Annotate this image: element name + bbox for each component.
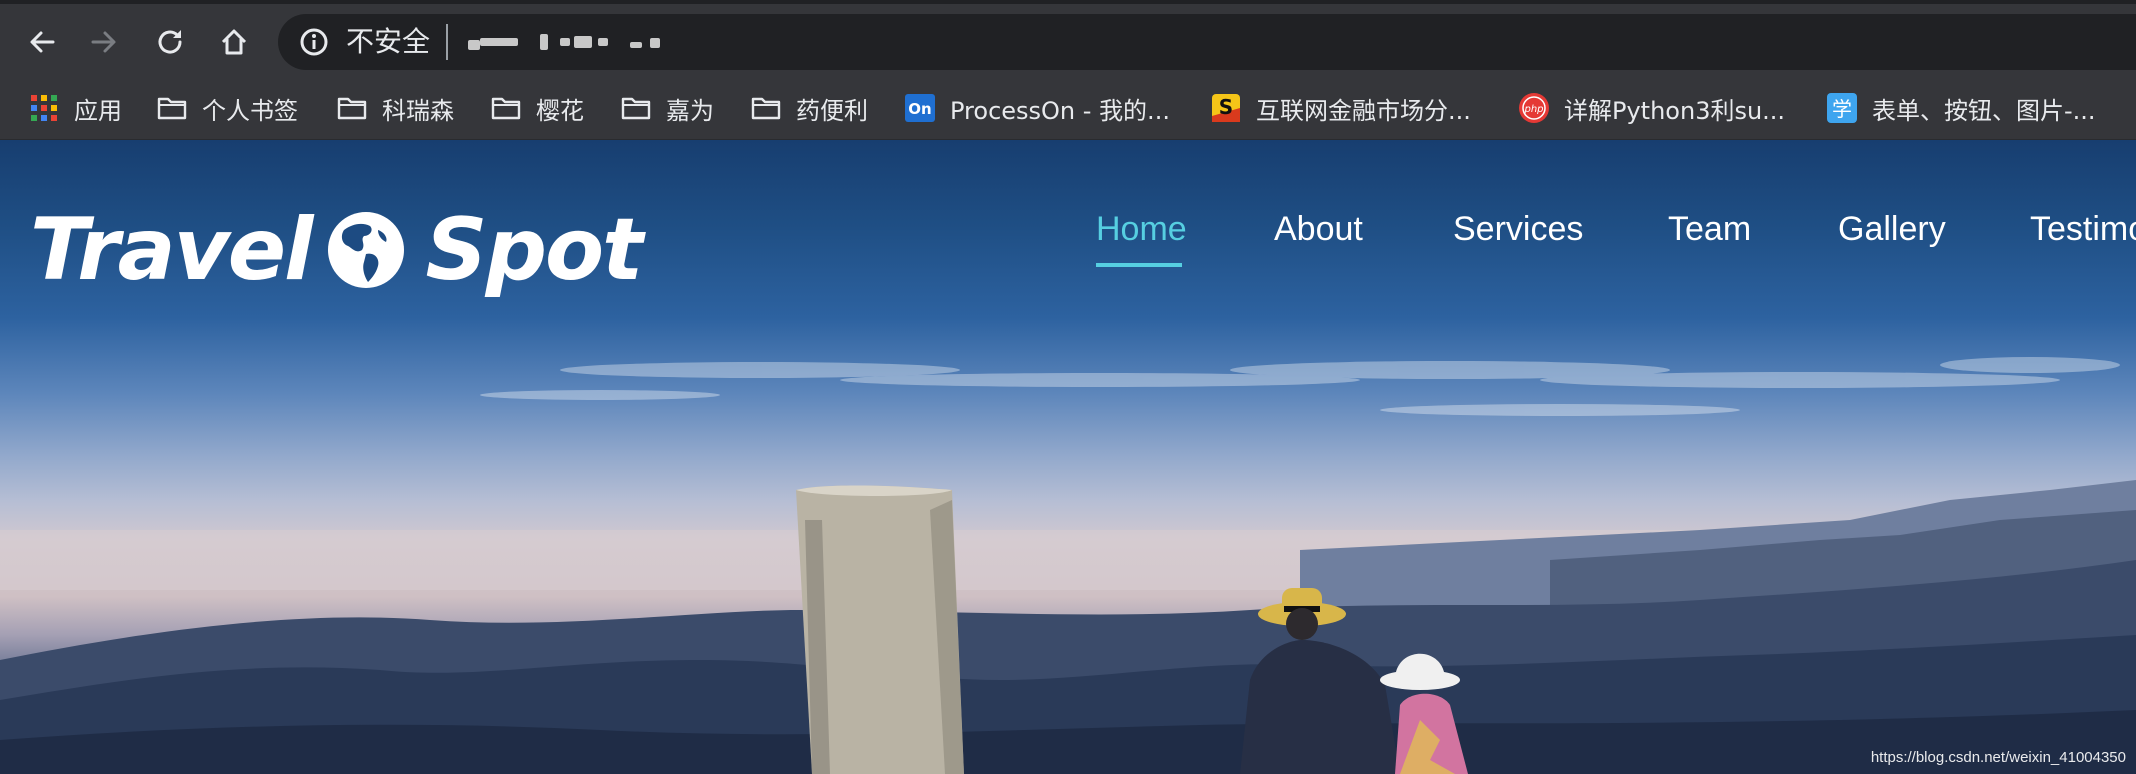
back-arrow-icon[interactable] — [20, 20, 64, 64]
reload-icon[interactable] — [148, 20, 192, 64]
svg-text:On: On — [908, 100, 931, 118]
folder-icon — [337, 97, 367, 120]
bookmark-label: 应用 — [74, 96, 122, 125]
bookmark-label: 药便利 — [796, 96, 868, 125]
nav-team[interactable]: Team — [1668, 210, 1751, 270]
bookmark-folder-yinghua[interactable]: 樱花 — [490, 86, 584, 130]
bookmark-xue[interactable]: 学 表单、按钮、图片-... — [1826, 86, 2096, 130]
svg-text:php: php — [1523, 104, 1543, 115]
nav-testimonials[interactable]: Testimo — [2030, 210, 2136, 270]
nav-services[interactable]: Services — [1453, 210, 1583, 270]
bookmarks-bar: 应用 个人书签 科瑞森 樱花 嘉为 药便利 On ProcessOn - 我的.… — [0, 76, 2136, 140]
s-site-icon: S — [1212, 94, 1240, 122]
bookmark-php[interactable]: php 详解Python3利su... — [1518, 86, 1785, 130]
nav-home[interactable]: Home — [1096, 210, 1187, 270]
globe-icon — [327, 212, 404, 288]
web-page: Travel Spot Home About Services Team Gal… — [0, 140, 2136, 774]
info-icon[interactable] — [298, 26, 330, 58]
bookmark-folder-yaobianli[interactable]: 药便利 — [750, 86, 868, 130]
logo-text-travel: Travel — [30, 200, 314, 300]
bookmark-s-site[interactable]: S 互联网金融市场分... — [1210, 86, 1471, 130]
bookmark-label: 详解Python3利su... — [1564, 96, 1786, 125]
bookmark-label: 互联网金融市场分... — [1256, 96, 1471, 125]
folder-icon — [491, 97, 521, 120]
home-icon[interactable] — [212, 20, 256, 64]
xue-icon: 学 — [1827, 93, 1857, 123]
bookmark-folder-keruisen[interactable]: 科瑞森 — [336, 86, 454, 130]
bookmark-label: 表单、按钮、图片-... — [1872, 96, 2096, 125]
forward-arrow-icon[interactable] — [82, 20, 126, 64]
apps-grid-icon — [31, 95, 57, 121]
bookmark-folder-personal[interactable]: 个人书签 — [156, 86, 298, 130]
bookmark-label: 嘉为 — [666, 96, 714, 125]
security-label[interactable]: 不安全 — [346, 24, 430, 60]
bookmark-label: 科瑞森 — [382, 96, 454, 125]
php-icon: php — [1519, 93, 1549, 123]
address-separator — [446, 24, 448, 60]
folder-icon — [157, 97, 187, 120]
site-logo[interactable]: Travel Spot — [30, 200, 644, 300]
bookmark-label: 樱花 — [536, 96, 584, 125]
bookmark-processon[interactable]: On ProcessOn - 我的... — [904, 86, 1170, 130]
bookmark-label: 个人书签 — [202, 96, 298, 125]
folder-icon — [621, 97, 651, 120]
nav-about[interactable]: About — [1274, 210, 1363, 270]
bookmark-label: ProcessOn - 我的... — [950, 96, 1170, 125]
nav-gallery[interactable]: Gallery — [1838, 210, 1946, 270]
nav-home-underline — [1096, 263, 1182, 267]
bookmark-folder-jiawei[interactable]: 嘉为 — [620, 86, 714, 130]
processon-icon: On — [905, 94, 935, 122]
bookmark-apps[interactable]: 应用 — [28, 86, 122, 130]
blurred-url[interactable] — [468, 14, 708, 70]
browser-toolbar: 不安全 — [0, 0, 2136, 76]
svg-text:S: S — [1219, 95, 1233, 119]
watermark-text: https://blog.csdn.net/weixin_41004350 — [1870, 749, 2126, 766]
logo-text-spot: Spot — [425, 200, 644, 300]
folder-icon — [751, 97, 781, 120]
svg-text:学: 学 — [1832, 97, 1852, 121]
address-bar[interactable]: 不安全 — [278, 14, 2136, 70]
